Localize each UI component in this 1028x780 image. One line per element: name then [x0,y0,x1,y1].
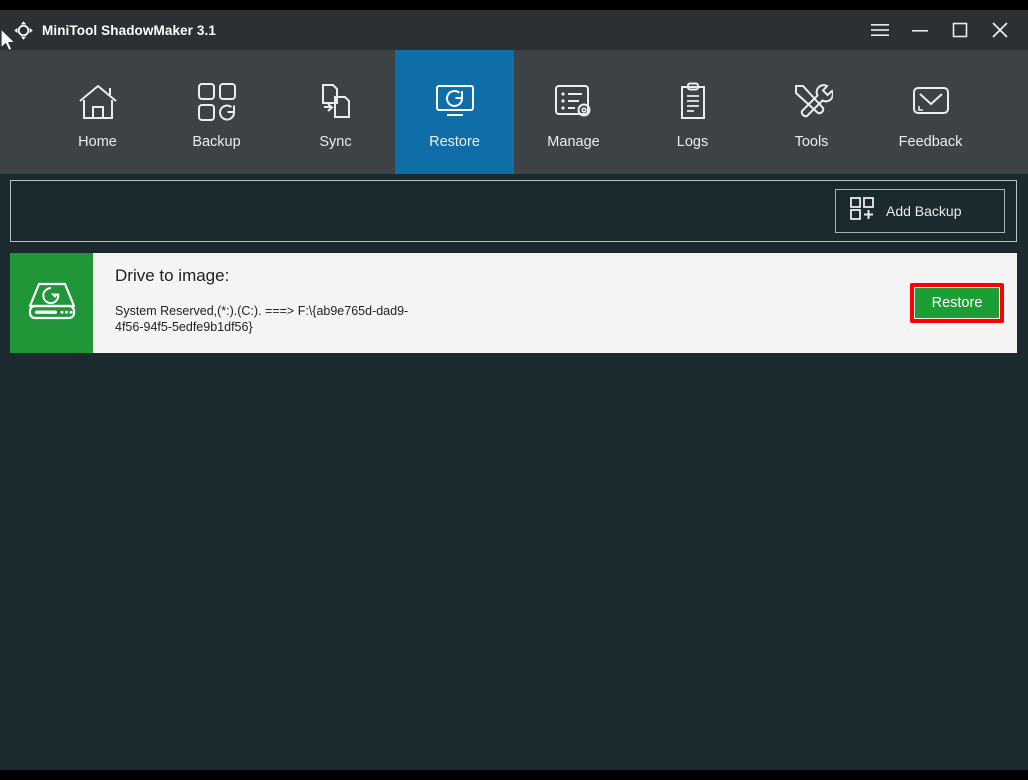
nav-item-restore[interactable]: Restore [395,50,514,174]
backup-task-description: System Reserved,(*:).(C:). ===> F:\{ab9e… [115,304,409,334]
nav-label-manage: Manage [547,134,600,150]
nav-item-manage[interactable]: Manage [514,50,633,174]
nav-label-logs: Logs [676,134,709,150]
backup-squares-icon [196,78,238,126]
backup-task-card[interactable]: Drive to image: System Reserved,(*:).(C:… [10,253,1017,353]
nav-item-logs[interactable]: Logs [633,50,752,174]
restore-content-area: Add Backup Drive to image: System Reserv… [0,174,1028,770]
home-icon [76,78,120,126]
add-backup-label: Add Backup [886,203,962,219]
tools-wrench-screwdriver-icon [791,78,833,126]
minimize-icon[interactable] [900,10,940,50]
restore-toolbar: Add Backup [10,180,1017,242]
nav-label-sync: Sync [319,134,352,150]
backup-task-info: Drive to image: System Reserved,(*:).(C:… [93,253,910,353]
title-bar: MiniTool ShadowMaker 3.1 [0,10,1028,50]
move-arrows-icon [12,19,34,41]
nav-item-tools[interactable]: Tools [752,50,871,174]
nav-label-restore: Restore [429,134,480,150]
nav-item-home[interactable]: Home [38,50,157,174]
restore-button-highlight: Restore [910,283,1004,323]
backup-task-thumbnail [10,253,93,353]
add-backup-button[interactable]: Add Backup [835,189,1005,233]
window-controls [860,10,1028,50]
add-backup-squares-plus-icon [850,196,876,226]
backup-task-actions: Restore [910,253,1017,353]
hard-drive-icon [25,278,79,329]
nav-item-sync[interactable]: Sync [276,50,395,174]
backup-task-title: Drive to image: [115,266,230,285]
nav-item-backup[interactable]: Backup [157,50,276,174]
nav-label-feedback: Feedback [898,134,963,150]
feedback-envelope-icon [909,78,953,126]
logs-clipboard-icon [672,78,714,126]
hamburger-menu-icon[interactable] [860,10,900,50]
nav-item-feedback[interactable]: Feedback [871,50,990,174]
close-icon[interactable] [980,10,1020,50]
manage-list-gear-icon [553,78,595,126]
app-window: MiniTool ShadowMaker 3.1 Home Backup Syn… [0,0,1028,780]
maximize-icon[interactable] [940,10,980,50]
main-navigation: Home Backup Sync Restore Manage Logs Too… [0,50,1028,174]
window-title: MiniTool ShadowMaker 3.1 [42,22,216,38]
restore-button[interactable]: Restore [915,288,999,318]
nav-label-home: Home [78,134,117,150]
sync-files-icon [315,78,357,126]
nav-label-tools: Tools [794,134,829,150]
nav-label-backup: Backup [192,134,241,150]
restore-monitor-icon [433,78,477,126]
